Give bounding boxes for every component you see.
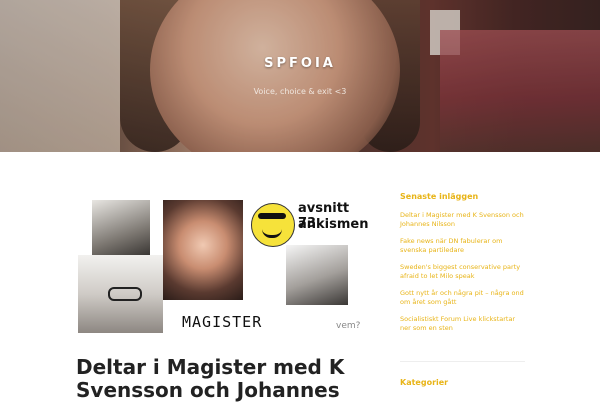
recent-post-link[interactable]: Socialistiskt Forum Live klickstartar ne… — [400, 315, 525, 333]
recent-post-link[interactable]: Fake news när DN fabulerar om svenska pa… — [400, 237, 525, 255]
smiley-icon — [251, 203, 295, 247]
magister-logo-text: MAGISTER — [182, 313, 263, 331]
site-description: Voice, choice & exit <3 — [253, 87, 347, 96]
site-title[interactable]: SPFOIA — [0, 56, 600, 71]
vem-text: vem? — [336, 321, 361, 331]
smiley-sunglasses — [258, 213, 286, 219]
portrait-woman — [163, 200, 243, 300]
categories-title: Kategorier — [400, 378, 449, 387]
post-title[interactable]: Deltar i Magister med K Svensson och Joh… — [76, 356, 376, 402]
sidebar-divider — [400, 361, 525, 362]
recent-post-link[interactable]: Sweden's biggest conservative party afra… — [400, 263, 525, 281]
recent-posts-title: Senaste inläggen — [400, 192, 479, 201]
recent-post-link[interactable]: Gott nytt år och några pit – några ond o… — [400, 289, 525, 307]
recent-post-link[interactable]: Deltar i Magister med K Svensson och Joh… — [400, 211, 525, 229]
post-featured-image[interactable]: avsnitt 73 ankismen MAGISTER vem? — [78, 195, 368, 341]
episode-topic-label: ankismen — [298, 217, 369, 232]
header-image — [0, 0, 600, 152]
hero-shade — [0, 0, 600, 152]
portrait-man-sunglasses — [286, 245, 348, 305]
portrait-bearded-man — [92, 200, 150, 260]
glasses-shape — [108, 287, 142, 301]
sidebar: Senaste inläggen Deltar i Magister med K… — [400, 192, 525, 341]
recent-posts-list: Deltar i Magister med K Svensson och Joh… — [400, 211, 525, 333]
